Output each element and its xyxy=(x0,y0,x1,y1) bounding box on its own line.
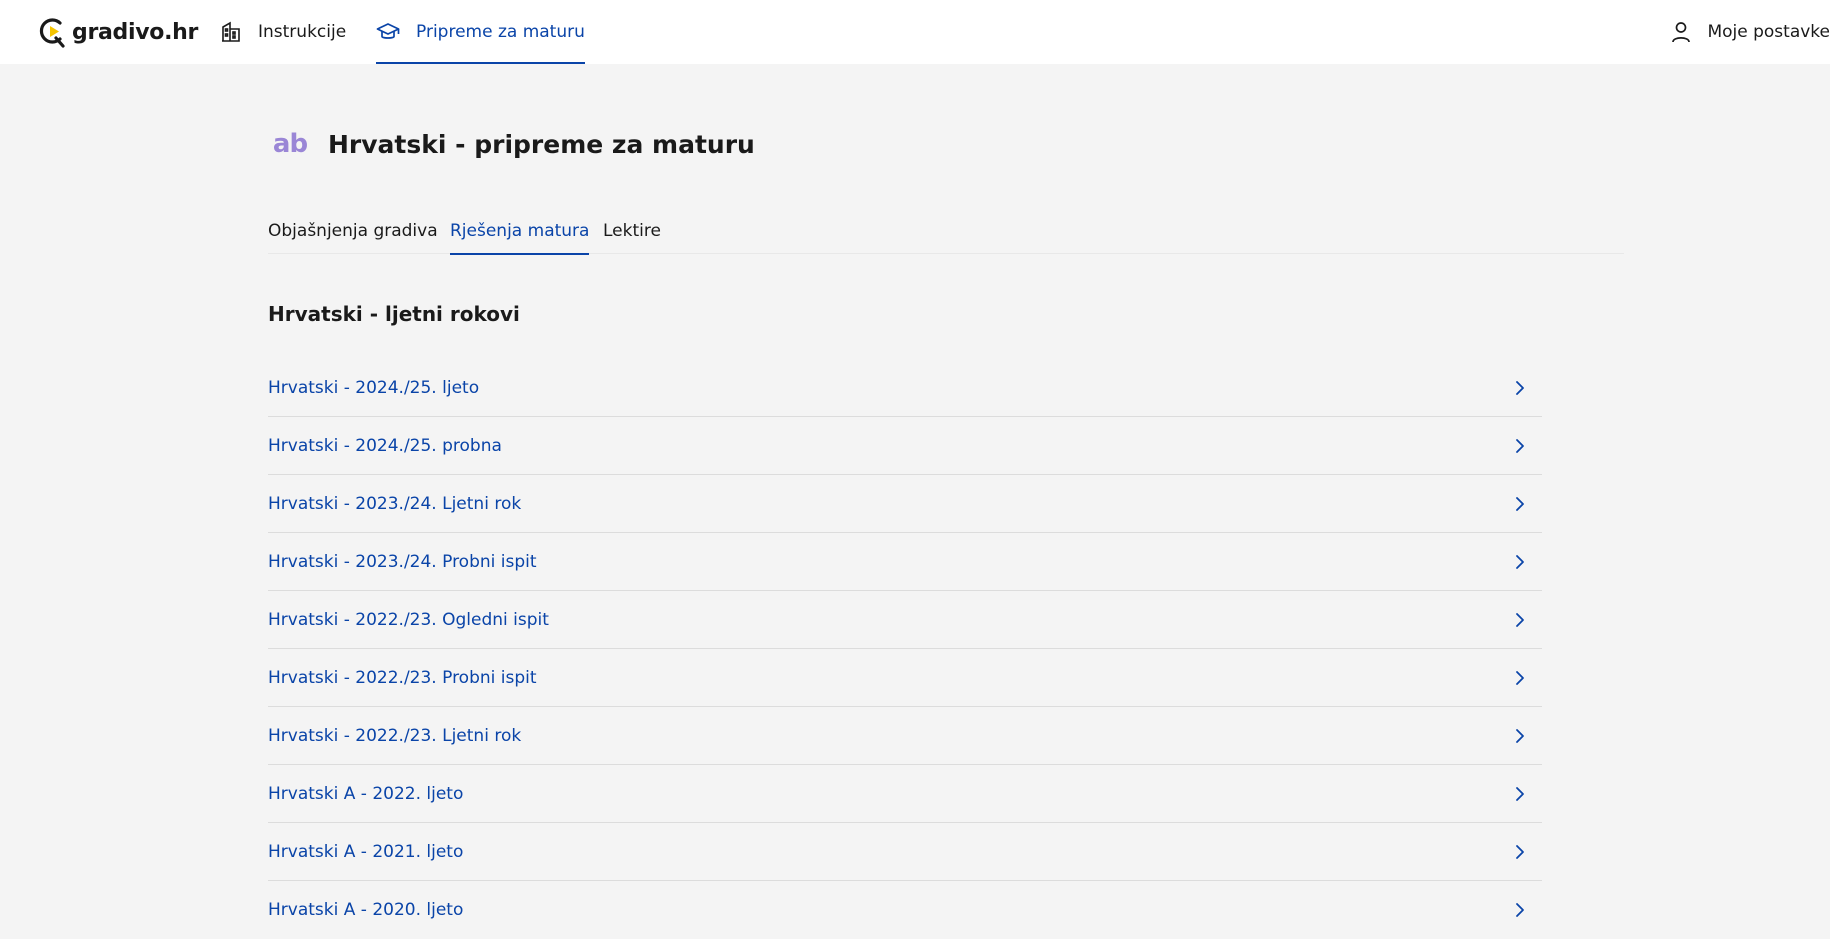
exam-list-item-label: Hrvatski A - 2021. ljeto xyxy=(268,841,464,862)
top-navigation-bar: gradivo.hr Instrukcije Pripreme za matur… xyxy=(0,0,1830,64)
exam-list-item[interactable]: Hrvatski - 2022./23. Ljetni rok xyxy=(268,707,1542,765)
chevron-right-icon xyxy=(1498,670,1542,686)
exam-list-item-label: Hrvatski A - 2020. ljeto xyxy=(268,900,464,920)
my-settings-link[interactable]: Moje postavke xyxy=(1671,0,1830,64)
logo-icon xyxy=(39,18,65,48)
exam-list-item-label: Hrvatski - 2022./23. Probni ispit xyxy=(268,667,537,688)
building-icon xyxy=(222,21,240,42)
exam-list: Hrvatski - 2024./25. ljeto Hrvatski - 20… xyxy=(268,359,1542,939)
exam-list-item[interactable]: Hrvatski - 2023./24. Ljetni rok xyxy=(268,475,1542,533)
exam-list-item-label: Hrvatski - 2024./25. ljeto xyxy=(268,377,480,398)
nav-item-label: Instrukcije xyxy=(258,22,347,42)
chevron-right-icon xyxy=(1498,902,1542,918)
graduation-cap-icon xyxy=(376,23,400,39)
subject-icon: ab xyxy=(272,129,308,159)
subject-tabs: Objašnjenja gradiva Rješenja matura Lekt… xyxy=(268,214,1624,255)
tab-lektire[interactable]: Lektire xyxy=(603,214,661,254)
nav-item-label: Pripreme za maturu xyxy=(416,22,585,42)
nav-item-instrukcije[interactable]: Instrukcije xyxy=(220,0,346,64)
exam-list-item[interactable]: Hrvatski - 2022./23. Ogledni ispit xyxy=(268,591,1542,649)
exam-list-item-label: Hrvatski A - 2022. ljeto xyxy=(268,783,464,804)
settings-label: Moje postavke xyxy=(1707,22,1830,42)
nav-item-pripreme-za-maturu[interactable]: Pripreme za maturu xyxy=(376,0,585,64)
exam-list-item-label: Hrvatski - 2022./23. Ogledni ispit xyxy=(268,609,549,630)
exam-list-item[interactable]: Hrvatski - 2022./23. Probni ispit xyxy=(268,649,1542,707)
exam-list-item[interactable]: Hrvatski A - 2021. ljeto xyxy=(268,823,1542,881)
tab-rjesenja-matura[interactable]: Rješenja matura xyxy=(450,214,590,255)
logo-text: gradivo.hr xyxy=(72,19,199,45)
exam-list-item[interactable]: Hrvatski A - 2020. ljeto xyxy=(268,881,1542,939)
exam-list-item-label: Hrvatski - 2023./24. Ljetni rok xyxy=(268,493,522,514)
chevron-right-icon xyxy=(1498,612,1542,628)
user-icon xyxy=(1672,22,1691,43)
chevron-right-icon xyxy=(1498,786,1542,802)
chevron-right-icon xyxy=(1498,496,1542,512)
exam-list-item-label: Hrvatski - 2024./25. probna xyxy=(268,435,502,456)
tab-objasnjenja-gradiva[interactable]: Objašnjenja gradiva xyxy=(268,214,438,254)
chevron-right-icon xyxy=(1498,844,1542,860)
section-title: Hrvatski - ljetni rokovi xyxy=(268,302,520,326)
chevron-right-icon xyxy=(1498,554,1542,570)
exam-list-item-label: Hrvatski - 2022./23. Ljetni rok xyxy=(268,725,522,746)
exam-list-item[interactable]: Hrvatski - 2024./25. ljeto xyxy=(268,359,1542,417)
exam-list-item[interactable]: Hrvatski - 2024./25. probna xyxy=(268,417,1542,475)
chevron-right-icon xyxy=(1498,728,1542,744)
site-logo[interactable]: gradivo.hr xyxy=(38,14,198,50)
chevron-right-icon xyxy=(1498,380,1542,396)
page-title: Hrvatski - pripreme za maturu xyxy=(328,129,755,159)
chevron-right-icon xyxy=(1498,438,1542,454)
page-header: ab Hrvatski - pripreme za maturu xyxy=(268,122,755,166)
exam-list-item[interactable]: Hrvatski - 2023./24. Probni ispit xyxy=(268,533,1542,591)
exam-list-item-label: Hrvatski - 2023./24. Probni ispit xyxy=(268,551,537,572)
exam-list-item[interactable]: Hrvatski A - 2022. ljeto xyxy=(268,765,1542,823)
